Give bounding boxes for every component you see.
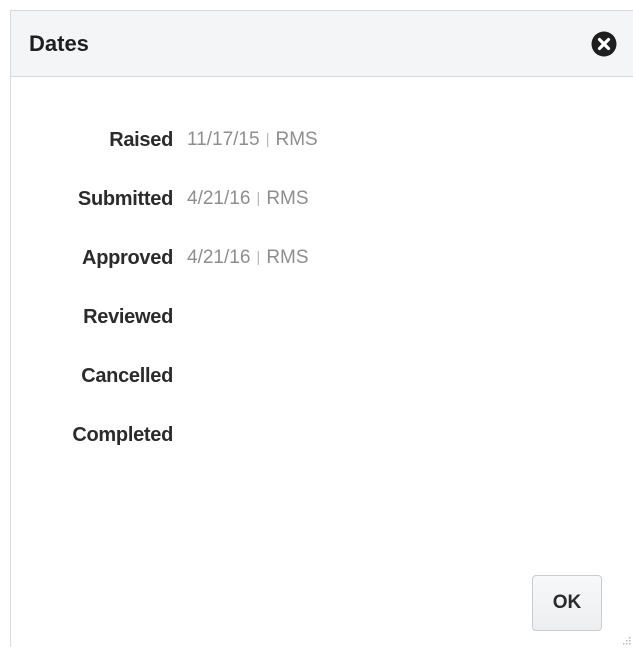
value-separator: | [256,190,261,207]
date-row-reviewed: Reviewed [11,305,633,364]
date-value: 11/17/15 | RMS [187,128,318,153]
ok-button[interactable]: OK [532,575,602,631]
dialog-header: Dates [11,11,633,77]
date-row-approved: Approved 4/21/16 | RMS [11,246,633,305]
source-text: RMS [266,188,309,209]
value-separator: | [265,131,270,148]
resize-grip[interactable] [618,634,632,646]
resize-grip-icon [623,637,631,645]
date-text: 11/17/15 [187,129,260,150]
value-separator: | [256,249,261,266]
date-row-submitted: Submitted 4/21/16 | RMS [11,187,633,246]
date-value: 4/21/16 | RMS [187,187,309,212]
dialog-title: Dates [29,31,89,56]
date-text: 4/21/16 [187,247,251,268]
date-row-cancelled: Cancelled [11,364,633,423]
close-button[interactable] [591,31,617,57]
source-text: RMS [275,129,318,150]
date-row-completed: Completed [11,423,633,482]
date-row-raised: Raised 11/17/15 | RMS [11,128,633,187]
date-value: 4/21/16 | RMS [187,246,309,271]
dates-list: Raised 11/17/15 | RMS Submitted 4/21/16 | RM… [11,128,633,482]
date-label: Cancelled [81,365,173,387]
date-label: Raised [109,129,173,151]
date-label: Submitted [77,188,173,210]
dates-dialog: Dates Raised 11/17/15 | RMS Submitted 4/21… [10,10,633,647]
date-label: Approved [82,247,173,269]
date-label: Reviewed [83,306,173,328]
close-icon [591,31,617,57]
source-text: RMS [266,247,309,268]
date-text: 4/21/16 [187,188,251,209]
date-label: Completed [72,424,173,446]
